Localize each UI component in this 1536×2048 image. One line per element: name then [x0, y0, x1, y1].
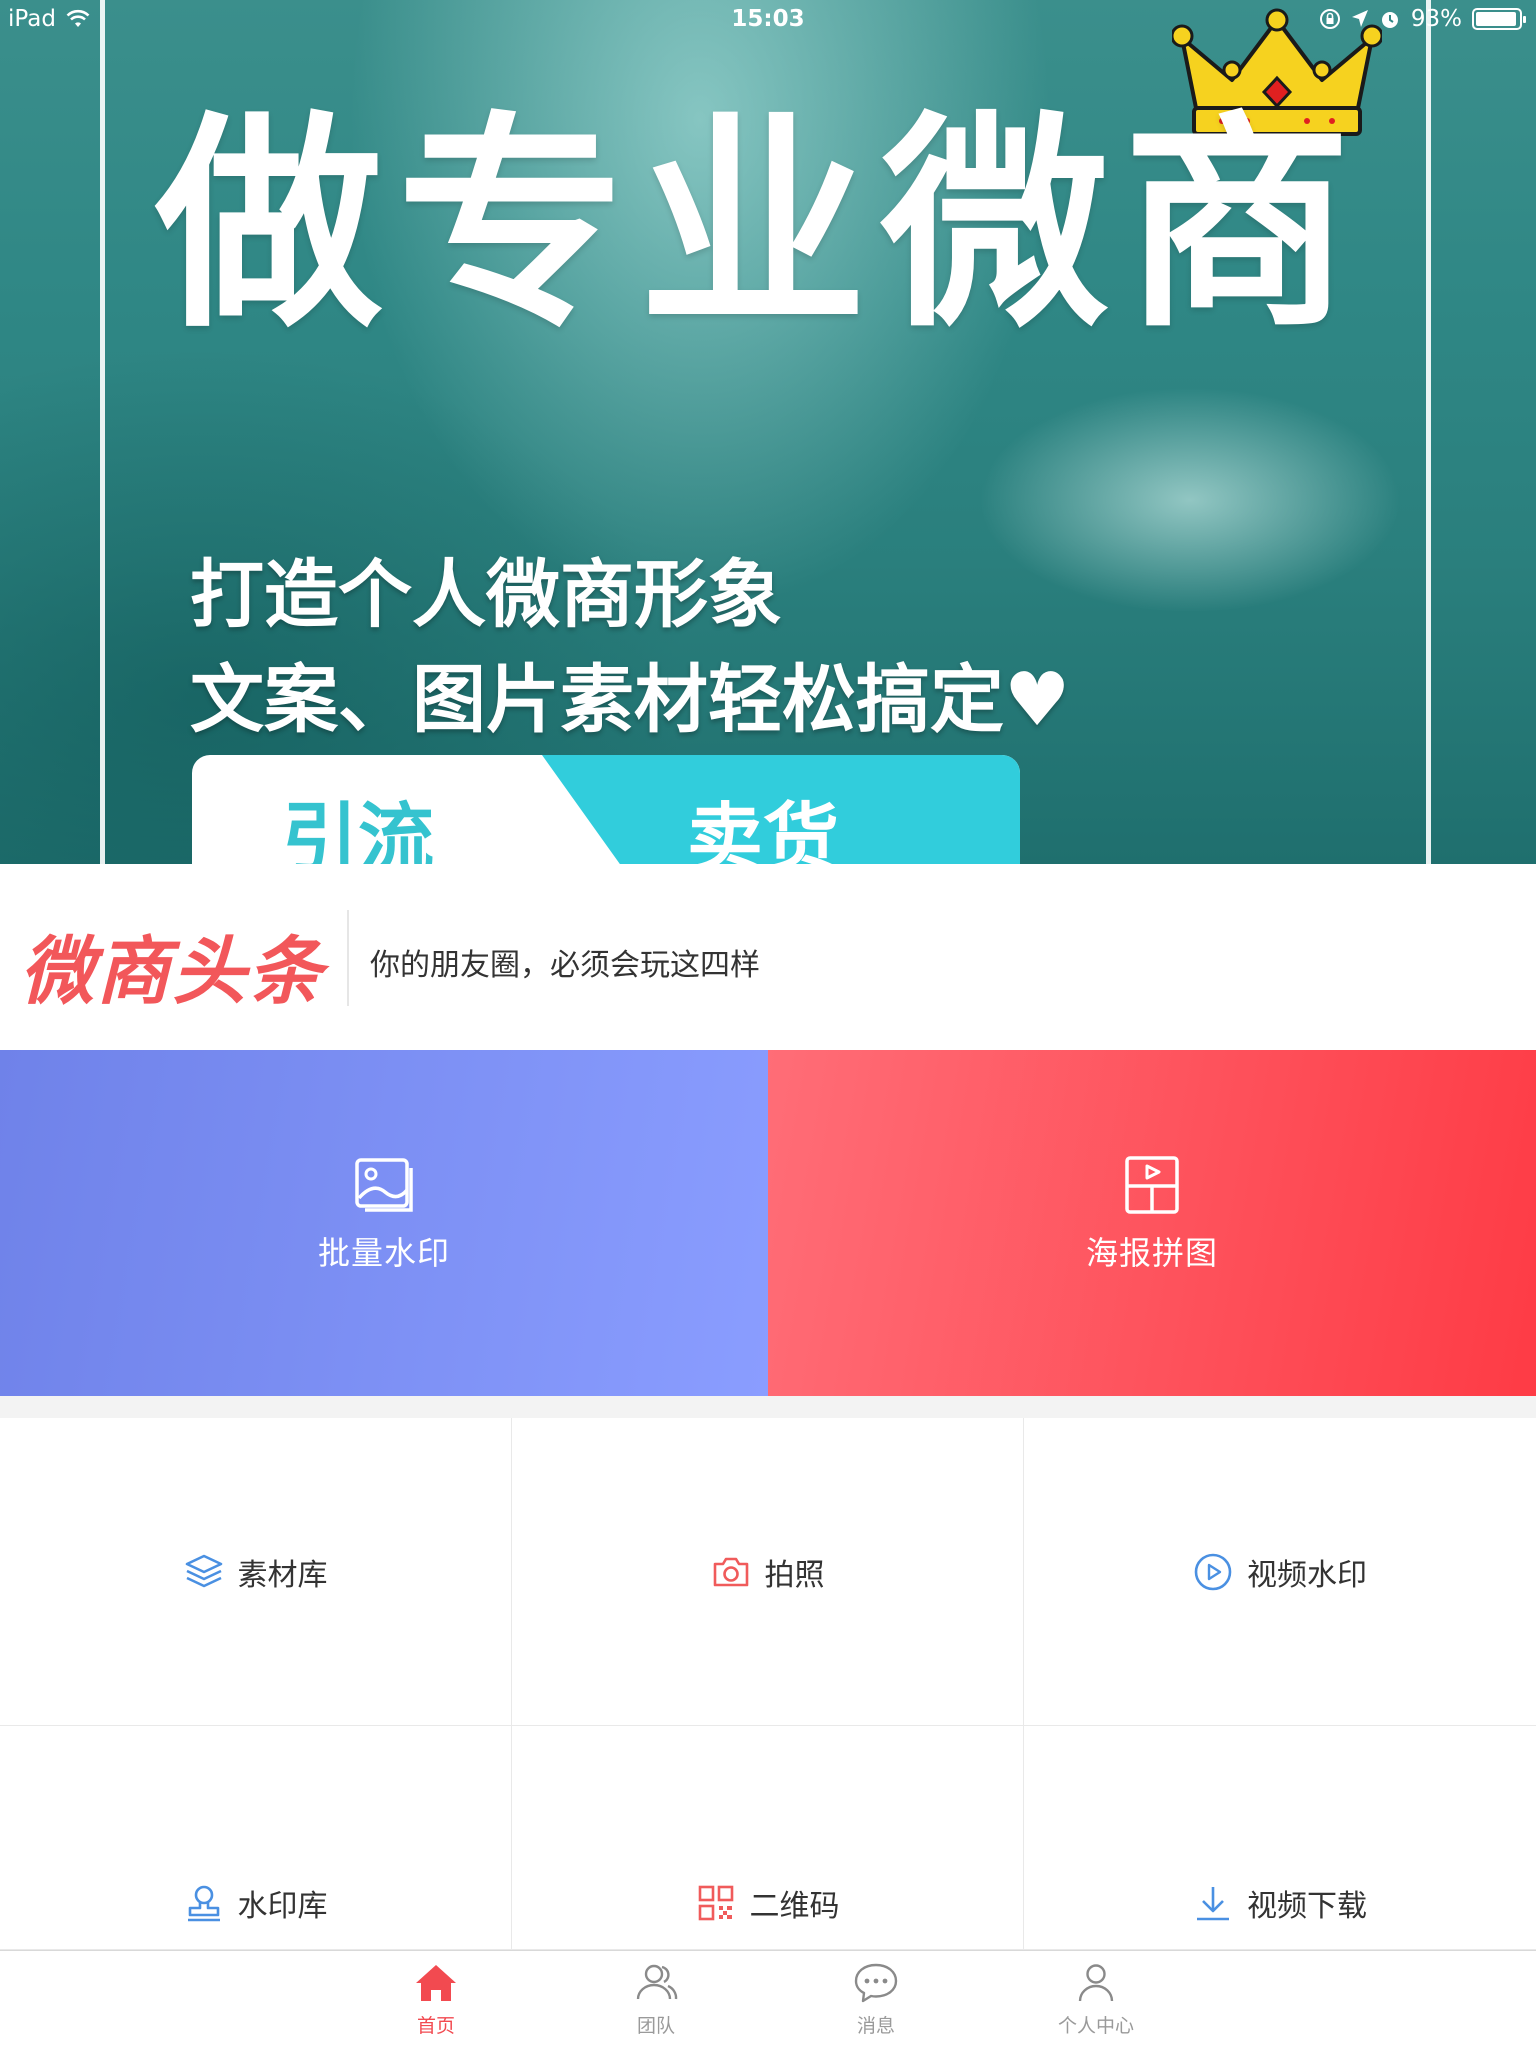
batch-watermark-button[interactable]: 批量水印 — [0, 1050, 768, 1396]
feature-blocks: 批量水印 海报拼图 — [0, 1050, 1536, 1396]
headline-logo: 微商头条 — [20, 929, 324, 1015]
grid-item-video-download[interactable]: 视频下载 — [1024, 1726, 1536, 1950]
tab-label: 个人中心 — [1057, 2015, 1134, 2037]
tool-grid: 素材库 拍照 视频水印 水印库 二维码 视频下载 — [0, 1418, 1536, 1950]
grid-item-qrcode[interactable]: 二维码 — [512, 1726, 1024, 1950]
headline-bar[interactable]: 微商头条 你的朋友圈，必须会玩这四样 — [0, 864, 1536, 1050]
banner-frame-line-right — [1426, 0, 1431, 864]
download-icon — [1197, 1886, 1229, 1920]
grid-label: 拍照 — [764, 1557, 825, 1593]
tab-messages[interactable]: 消息 — [816, 1959, 936, 2038]
pill-left-text: 引流 — [282, 794, 434, 864]
banner[interactable]: iPad 15:03 93% 做专业微商 打造个人微商形象 文案、图片素材轻松搞… — [0, 0, 1536, 864]
banner-frame-line-left — [100, 0, 105, 864]
grid-item-camera[interactable]: 拍照 — [512, 1418, 1024, 1726]
battery-icon — [1472, 8, 1526, 30]
battery-percent: 93% — [1410, 6, 1462, 32]
play-circle-icon — [1194, 1553, 1232, 1590]
banner-title: 做专业微商 — [155, 92, 1365, 358]
message-icon — [854, 1963, 898, 2003]
poster-collage-label: 海报拼图 — [1085, 1234, 1218, 1272]
grid-label: 二维码 — [749, 1888, 840, 1924]
grid-label: 视频下载 — [1247, 1888, 1367, 1924]
user-icon — [1078, 1964, 1114, 2002]
grid-item-material-library[interactable]: 素材库 — [0, 1418, 512, 1726]
tab-label: 首页 — [416, 2015, 455, 2037]
qrcode-icon — [698, 1885, 733, 1920]
banner-pill: 引流 卖货 — [192, 755, 1020, 864]
grid-label: 水印库 — [237, 1888, 328, 1924]
alarm-icon — [1381, 12, 1398, 28]
layers-icon — [185, 1554, 222, 1587]
tab-team[interactable]: 团队 — [596, 1959, 716, 2038]
grid-label: 视频水印 — [1247, 1557, 1367, 1593]
tab-label: 消息 — [856, 2015, 895, 2037]
banner-subtitle-line1: 打造个人微商形象 — [190, 552, 782, 638]
stamp-icon — [187, 1885, 220, 1921]
home-icon — [416, 1965, 456, 2001]
team-icon — [636, 1964, 678, 2000]
pill-right-text: 卖货 — [687, 794, 839, 864]
tab-bar: 首页 团队 消息 个人中心 — [0, 1950, 1536, 2048]
tab-label: 团队 — [636, 2015, 675, 2037]
headline-text[interactable]: 你的朋友圈，必须会玩这四样 — [370, 940, 760, 984]
section-gap — [0, 1396, 1536, 1418]
banner-subtitle-line2: 文案、图片素材轻松搞定♥ — [190, 657, 1071, 743]
tab-profile[interactable]: 个人中心 — [1036, 1959, 1156, 2038]
poster-icon — [1125, 1156, 1179, 1214]
grid-item-video-watermark[interactable]: 视频水印 — [1024, 1418, 1536, 1726]
batch-watermark-label: 批量水印 — [317, 1234, 450, 1272]
tab-home[interactable]: 首页 — [376, 1959, 496, 2038]
image-icon — [355, 1158, 413, 1212]
grid-item-watermark-library[interactable]: 水印库 — [0, 1726, 512, 1950]
camera-icon — [713, 1557, 748, 1586]
headline-divider — [347, 910, 349, 1006]
poster-collage-button[interactable]: 海报拼图 — [768, 1050, 1536, 1396]
grid-label: 素材库 — [237, 1557, 328, 1593]
